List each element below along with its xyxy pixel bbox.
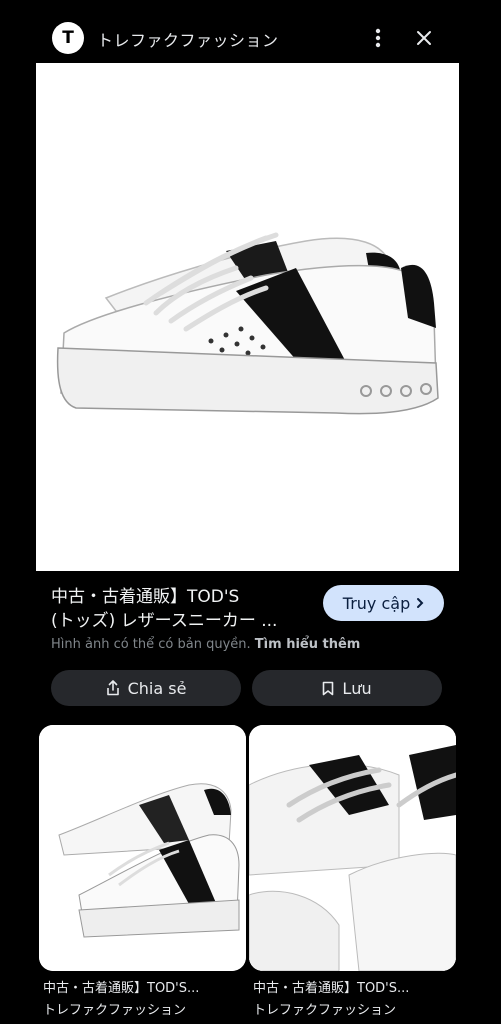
related-image xyxy=(39,725,246,971)
save-label: Lưu xyxy=(342,678,372,698)
sneaker-image xyxy=(36,63,459,571)
share-label: Chia sẻ xyxy=(127,678,187,698)
related-result-card[interactable]: 中古・古着通販】TOD'S... トレファクファッション xyxy=(249,725,456,1018)
more-options-button[interactable] xyxy=(364,24,392,52)
related-result-card[interactable]: 中古・古着通販】TOD'S... トレファクファッション xyxy=(39,725,246,1018)
header: T トレファクファッション xyxy=(0,20,501,56)
bookmark-icon xyxy=(323,681,334,695)
sneaker-closeup-image xyxy=(249,725,456,971)
visit-label: Truy cập xyxy=(342,593,411,613)
close-icon xyxy=(417,31,431,45)
chevron-right-icon xyxy=(417,598,424,608)
related-source: トレファクファッション xyxy=(253,1003,397,1018)
save-button[interactable]: Lưu xyxy=(252,670,442,706)
result-title-line2: (トッズ) レザースニーカー ... xyxy=(51,611,278,631)
learn-more-link[interactable]: Tìm hiểu thêm xyxy=(255,637,361,652)
result-title-line1: 中古・古着通販】TOD'S xyxy=(51,587,240,607)
result-title[interactable]: 中古・古着通販】TOD'S (トッズ) レザースニーカー ... xyxy=(51,585,311,633)
site-name[interactable]: トレファクファッション xyxy=(97,27,279,51)
sneaker-pair-image xyxy=(39,725,246,971)
related-title: 中古・古着通販】TOD'S... xyxy=(43,981,200,996)
site-avatar: T xyxy=(52,22,84,54)
main-product-image[interactable] xyxy=(36,63,459,571)
related-title: 中古・古着通販】TOD'S... xyxy=(253,981,410,996)
related-source: トレファクファッション xyxy=(43,1003,187,1018)
more-vert-icon xyxy=(375,28,381,48)
copyright-notice: Hình ảnh có thể có bản quyền. Tìm hiểu t… xyxy=(51,637,360,652)
copyright-text: Hình ảnh có thể có bản quyền. xyxy=(51,637,251,652)
share-icon xyxy=(106,680,119,696)
close-button[interactable] xyxy=(410,24,438,52)
share-button[interactable]: Chia sẻ xyxy=(51,670,241,706)
related-image xyxy=(249,725,456,971)
visit-button[interactable]: Truy cập xyxy=(323,585,444,621)
